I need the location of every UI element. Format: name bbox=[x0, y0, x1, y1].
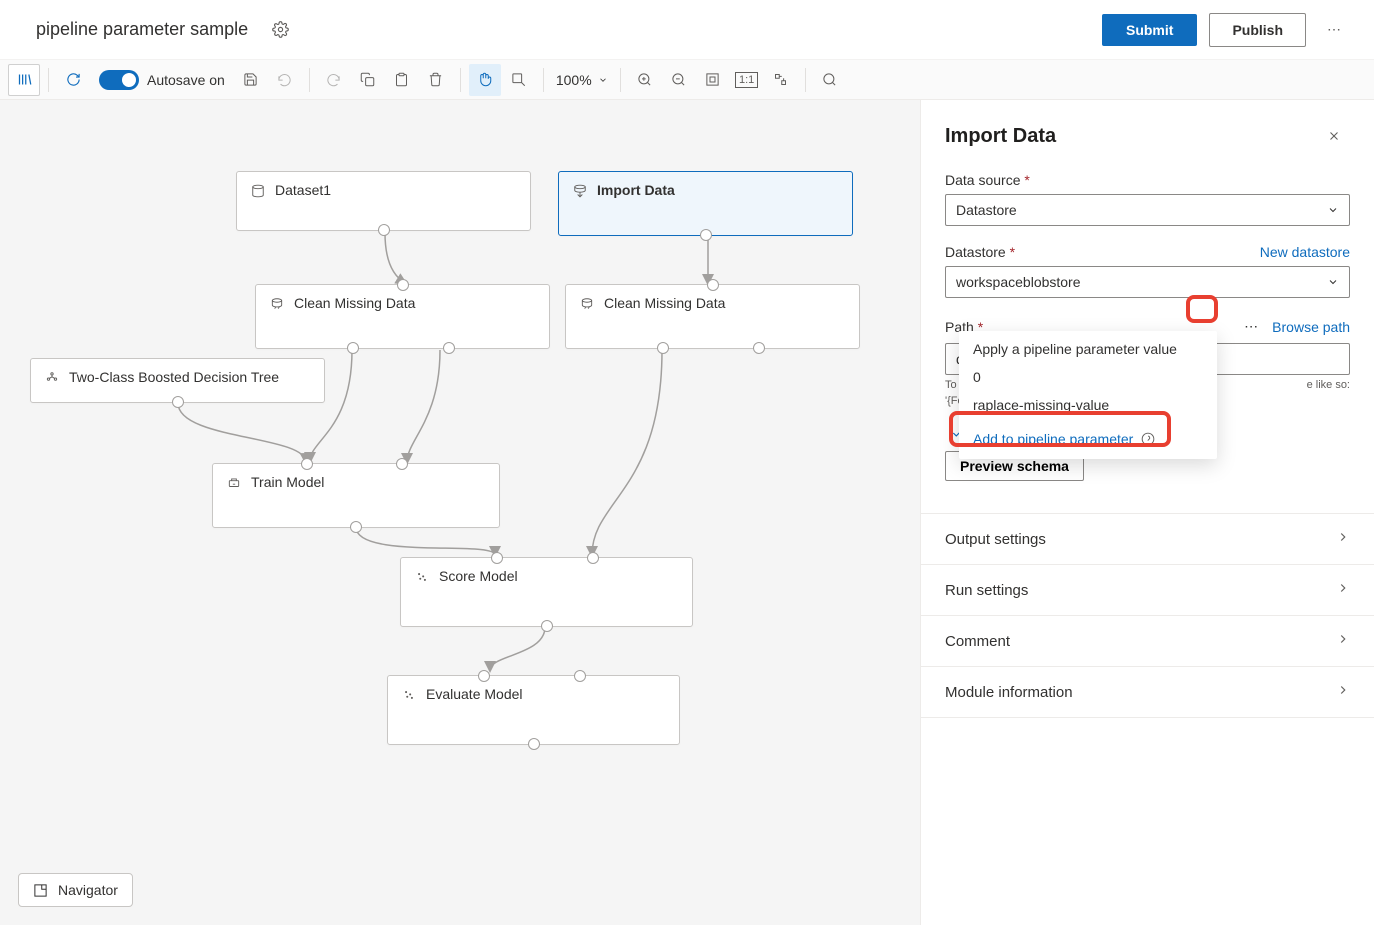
library-icon[interactable] bbox=[8, 64, 40, 96]
module-info-section[interactable]: Module information bbox=[921, 667, 1374, 718]
copy-icon[interactable] bbox=[352, 64, 384, 96]
node-train-model[interactable]: Train Model bbox=[212, 463, 500, 528]
zoom-out-icon[interactable] bbox=[663, 64, 695, 96]
autolayout-icon[interactable] bbox=[765, 64, 797, 96]
node-clean-missing-data-a[interactable]: Clean Missing Data bbox=[255, 284, 550, 349]
pan-icon[interactable] bbox=[469, 64, 501, 96]
browse-path-link[interactable]: Browse path bbox=[1272, 319, 1350, 335]
paste-icon[interactable] bbox=[386, 64, 418, 96]
submit-button[interactable]: Submit bbox=[1102, 14, 1197, 46]
parameter-popup: Apply a pipeline parameter value 0 rapla… bbox=[959, 331, 1217, 459]
node-dataset1[interactable]: Dataset1 bbox=[236, 171, 531, 231]
popup-item-replace[interactable]: raplace-missing-value bbox=[959, 391, 1217, 419]
import-icon bbox=[573, 184, 587, 201]
panel-title: Import Data bbox=[945, 125, 1056, 148]
fit-icon[interactable] bbox=[697, 64, 729, 96]
navigator-button[interactable]: Navigator bbox=[18, 873, 133, 907]
pipeline-title: pipeline parameter sample bbox=[36, 19, 248, 40]
close-icon[interactable] bbox=[1318, 120, 1350, 152]
node-label: Evaluate Model bbox=[426, 686, 523, 702]
clean-icon bbox=[270, 297, 284, 314]
node-score-model[interactable]: Score Model bbox=[400, 557, 693, 627]
tree-icon bbox=[45, 371, 59, 388]
node-label: Clean Missing Data bbox=[294, 295, 415, 311]
data-source-label: Data source * bbox=[945, 172, 1350, 188]
node-label: Score Model bbox=[439, 568, 518, 584]
delete-icon[interactable] bbox=[420, 64, 452, 96]
autosave-toggle[interactable]: Autosave on bbox=[99, 70, 225, 90]
node-label: Clean Missing Data bbox=[604, 295, 725, 311]
more-icon[interactable]: ⋯ bbox=[1318, 14, 1350, 46]
node-import-data[interactable]: Import Data bbox=[558, 171, 853, 236]
datastore-select[interactable]: workspaceblobstore bbox=[945, 266, 1350, 298]
node-boosted-tree[interactable]: Two-Class Boosted Decision Tree bbox=[30, 358, 325, 403]
gear-icon[interactable] bbox=[264, 14, 296, 46]
new-datastore-link[interactable]: New datastore bbox=[1260, 244, 1350, 260]
node-evaluate-model[interactable]: Evaluate Model bbox=[387, 675, 680, 745]
zoom-level[interactable]: 100% bbox=[552, 72, 612, 88]
node-label: Train Model bbox=[251, 474, 324, 490]
clean-icon bbox=[580, 297, 594, 314]
comment-section[interactable]: Comment bbox=[921, 616, 1374, 667]
undo-icon[interactable] bbox=[269, 64, 301, 96]
node-label: Two-Class Boosted Decision Tree bbox=[69, 369, 279, 385]
save-icon[interactable] bbox=[235, 64, 267, 96]
add-pipeline-parameter[interactable]: Add to pipeline parameter bbox=[959, 419, 1217, 459]
score-icon bbox=[415, 570, 429, 587]
data-source-select[interactable]: Datastore bbox=[945, 194, 1350, 226]
redo-icon[interactable] bbox=[318, 64, 350, 96]
run-settings-section[interactable]: Run settings bbox=[921, 565, 1374, 616]
navigator-label: Navigator bbox=[58, 882, 118, 898]
popup-item-0[interactable]: 0 bbox=[959, 363, 1217, 391]
node-label: Dataset1 bbox=[275, 182, 331, 198]
node-label: Import Data bbox=[597, 182, 675, 198]
refresh-icon[interactable] bbox=[57, 64, 89, 96]
select-icon[interactable] bbox=[503, 64, 535, 96]
zoom-in-icon[interactable] bbox=[629, 64, 661, 96]
path-more-icon[interactable]: ⋯ bbox=[1238, 316, 1264, 337]
train-icon bbox=[227, 476, 241, 493]
datastore-label: Datastore * bbox=[945, 244, 1015, 260]
autosave-label: Autosave on bbox=[147, 72, 225, 88]
search-icon[interactable] bbox=[814, 64, 846, 96]
actual-size-icon[interactable]: 1:1 bbox=[731, 64, 763, 96]
publish-button[interactable]: Publish bbox=[1209, 13, 1306, 47]
node-clean-missing-data-b[interactable]: Clean Missing Data bbox=[565, 284, 860, 349]
database-icon bbox=[251, 184, 265, 201]
output-settings-section[interactable]: Output settings bbox=[921, 514, 1374, 565]
evaluate-icon bbox=[402, 688, 416, 705]
popup-header: Apply a pipeline parameter value bbox=[959, 331, 1217, 363]
